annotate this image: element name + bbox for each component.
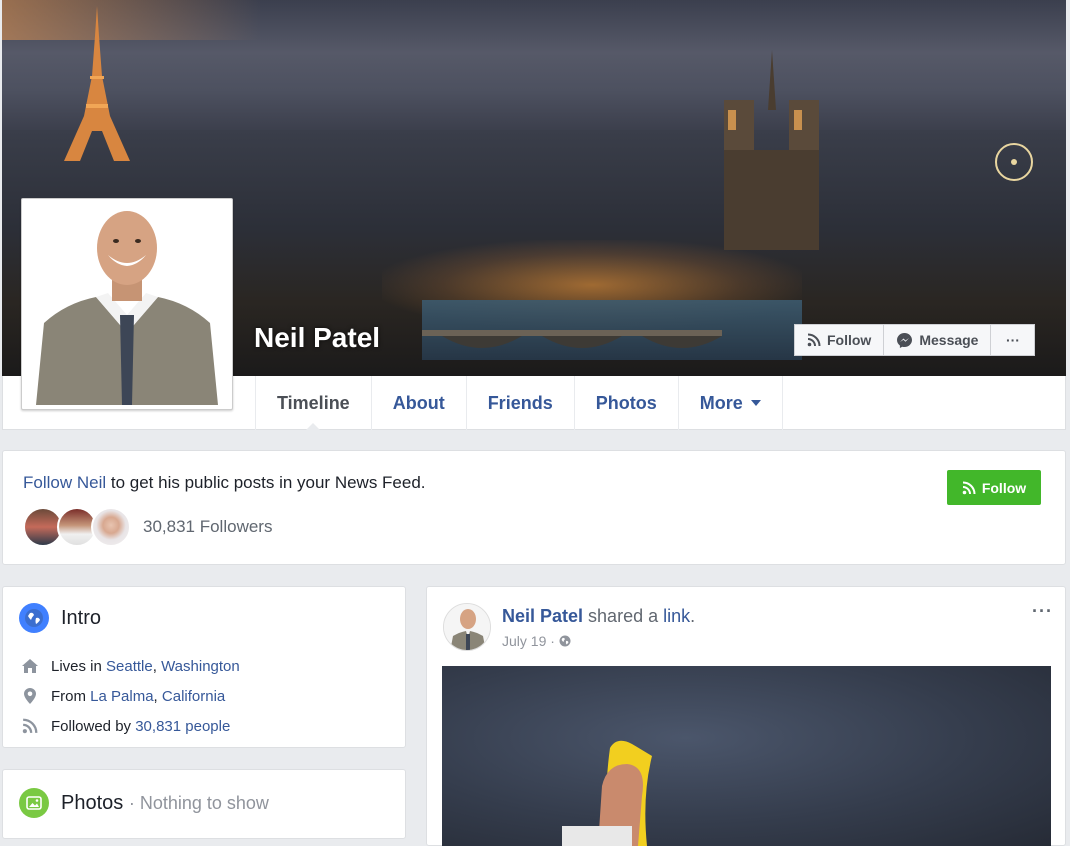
rss-icon	[962, 481, 976, 494]
post-action-text: shared a	[583, 606, 664, 626]
tab-friends[interactable]: Friends	[465, 376, 574, 430]
tab-timeline-label: Timeline	[277, 392, 350, 413]
more-options-button[interactable]: ···	[991, 324, 1036, 356]
bridge-graphic	[422, 330, 722, 348]
tab-about-label: About	[392, 392, 445, 413]
post-date[interactable]: July 19 ·	[502, 633, 555, 649]
tab-timeline[interactable]: Timeline	[255, 376, 371, 431]
follow-prompt-message: Follow Neil to get his public posts in y…	[23, 473, 426, 493]
post-link-word[interactable]: link	[663, 606, 690, 626]
california-link[interactable]: California	[162, 688, 225, 705]
intro-lives-in: Lives in Seattle, Washington	[21, 657, 240, 675]
globe-icon	[559, 635, 571, 647]
globe-icon	[19, 603, 49, 633]
tab-more-label: More	[699, 392, 743, 413]
messenger-icon	[897, 332, 913, 348]
intro-followed-by: Followed by 30,831 people	[21, 717, 230, 735]
location-pin-icon	[21, 687, 39, 705]
person-portrait-graphic	[444, 604, 490, 650]
post-author-link[interactable]: Neil Patel	[502, 606, 583, 626]
intro-lives-text: Lives in Seattle, Washington	[51, 658, 240, 675]
followed-prefix: Followed by	[51, 717, 136, 735]
followers-count[interactable]: 30,831 Followers	[143, 517, 272, 537]
tab-photos-label: Photos	[595, 392, 657, 413]
caret-down-icon	[750, 400, 761, 406]
intro-title-text: Intro	[61, 606, 102, 629]
sunset-glow	[2, 0, 262, 40]
la-palma-link[interactable]: La Palma	[90, 688, 153, 705]
post-link-image[interactable]	[442, 666, 1051, 846]
message-button-label: Message	[919, 332, 979, 348]
follower-avatar[interactable]	[91, 507, 131, 547]
from-prefix: From	[51, 687, 91, 705]
message-button[interactable]: Message	[884, 324, 992, 356]
follow-button-label: Follow	[827, 332, 872, 348]
intro-followed-text: Followed by 30,831 people	[51, 718, 230, 735]
post-card: Neil Patel shared a link. July 19 · ···	[426, 586, 1066, 846]
follow-prompt-text: to get his public posts in your News Fee…	[106, 473, 426, 492]
photos-title-text[interactable]: Photos	[61, 792, 123, 814]
profile-name[interactable]: Neil Patel	[254, 322, 380, 354]
post-meta: July 19 ·	[502, 633, 571, 649]
intro-from: From La Palma, California	[21, 687, 225, 705]
home-icon	[21, 657, 39, 675]
follow-neil-link[interactable]: Follow Neil	[23, 473, 106, 492]
tab-about[interactable]: About	[370, 376, 466, 430]
photos-empty-text: · Nothing to show	[128, 792, 269, 813]
intro-card: Intro Lives in Seattle, Washington From …	[2, 586, 406, 748]
post-end-punct: .	[690, 606, 696, 626]
tab-friends-label: Friends	[487, 392, 553, 413]
profile-picture-image	[26, 203, 228, 405]
tab-more[interactable]: More	[677, 376, 783, 430]
photos-card: Photos · Nothing to show	[2, 769, 406, 839]
green-follow-label: Follow	[981, 479, 1027, 496]
followers-people-link[interactable]: 30,831 people	[135, 718, 230, 735]
profile-tabs: Timeline About Friends Photos More	[255, 376, 783, 431]
lives-separator: ,	[152, 657, 162, 675]
green-follow-button[interactable]: Follow	[947, 470, 1041, 505]
hand-holding-phone-graphic	[562, 740, 652, 846]
rss-icon	[21, 717, 39, 735]
post-author-avatar[interactable]	[443, 603, 491, 651]
ellipsis-icon: ···	[1005, 332, 1020, 348]
rss-icon	[807, 333, 821, 347]
post-options-button[interactable]: ···	[1032, 601, 1053, 622]
follow-button[interactable]: Follow	[794, 324, 885, 356]
photos-title: Photos · Nothing to show	[19, 788, 269, 818]
follow-prompt-card: Follow Neil to get his public posts in y…	[2, 450, 1066, 565]
profile-picture[interactable]	[21, 198, 233, 410]
intro-from-text: From La Palma, California	[51, 688, 225, 705]
tab-photos[interactable]: Photos	[573, 376, 678, 430]
person-portrait-graphic	[26, 203, 228, 405]
intro-title: Intro	[19, 603, 101, 633]
lives-prefix: Lives in	[51, 657, 107, 675]
followers-summary: 30,831 Followers	[23, 507, 272, 547]
photo-icon	[19, 788, 49, 818]
washington-link[interactable]: Washington	[161, 658, 240, 675]
post-header: Neil Patel shared a link.	[502, 606, 695, 627]
cathedral-graphic	[724, 50, 819, 250]
eiffel-tower-graphic	[64, 6, 130, 161]
seattle-link[interactable]: Seattle	[106, 658, 153, 675]
cover-actions: Follow Message ···	[794, 324, 1036, 356]
ferris-wheel-graphic	[995, 143, 1033, 181]
from-separator: ,	[153, 687, 162, 705]
